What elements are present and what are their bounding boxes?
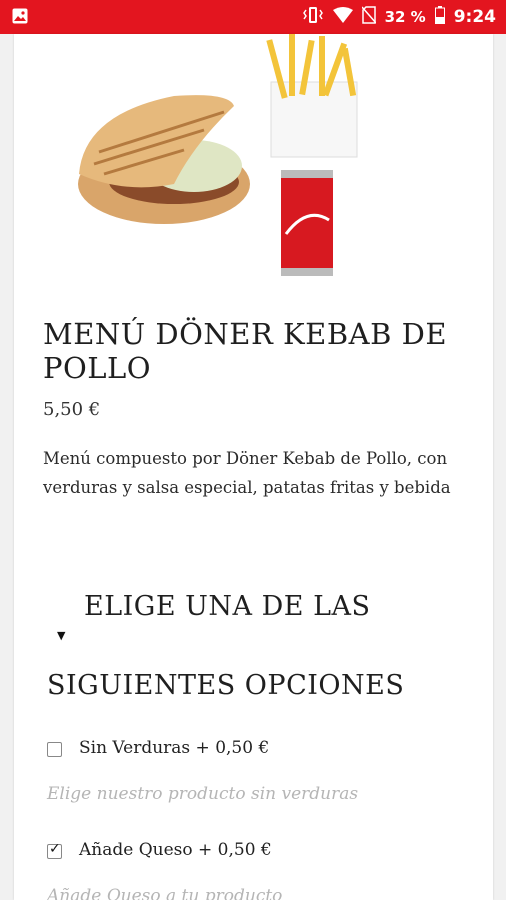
option-label: Añade Queso + 0,50 € [79,840,272,860]
options-heading[interactable]: ▼ ELIGE UNA DE LAS SIGUIENTES OPCIONES [14,589,493,709]
product-card: MENÚ DÖNER KEBAB DE POLLO 5,50 € Menú co… [14,34,493,900]
battery-icon [434,6,445,28]
checkbox-anade-queso[interactable] [47,841,62,859]
product-price: 5,50 € [43,399,101,420]
clock: 9:24 [453,7,496,27]
status-bar: 32 % 9:24 [0,0,506,34]
option-label: Sin Verduras + 0,50 € [79,738,270,758]
wifi-icon [332,7,353,27]
image-icon [12,8,28,28]
options-heading-line2: SIGUIENTES OPCIONES [47,670,405,701]
product-description: Menú compuesto por Döner Kebab de Pollo,… [43,449,451,497]
doner-menu-image [78,34,358,276]
product-title: MENÚ DÖNER KEBAB DE POLLO [43,317,448,385]
option-note: Elige nuestro producto sin verduras [47,784,359,804]
option-note: Añade Queso a tu producto [47,886,283,900]
caret-down-icon: ▼ [57,629,66,642]
no-sim-icon [360,6,377,28]
battery-text: 32 % [384,8,426,26]
options-heading-line1: ELIGE UNA DE LAS [84,591,371,622]
checkbox-sin-verduras[interactable] [47,742,62,757]
vibrate-icon [302,6,324,28]
